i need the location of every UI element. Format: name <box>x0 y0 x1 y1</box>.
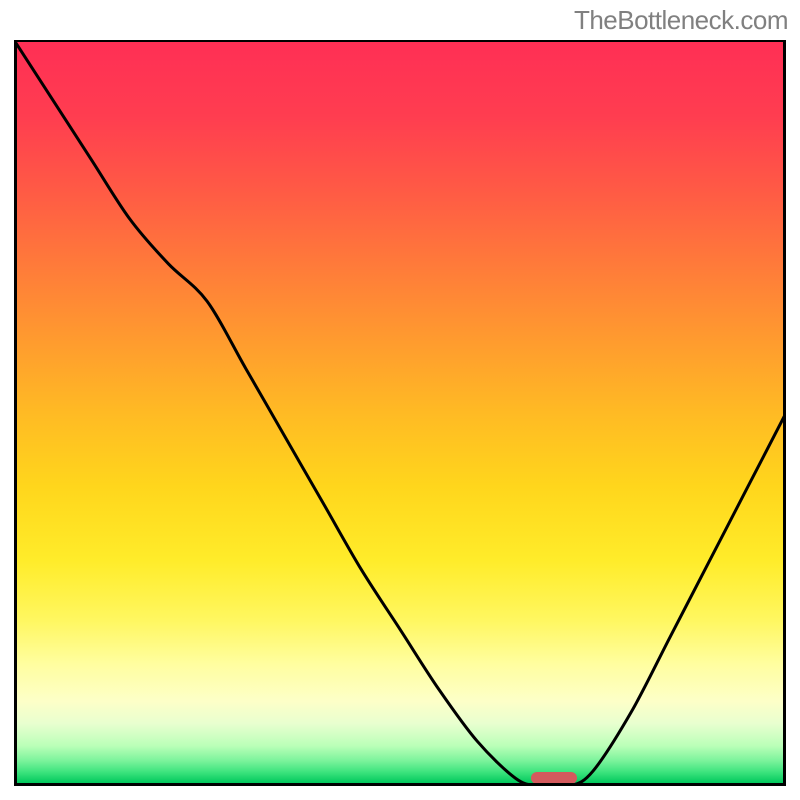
plot-area <box>14 40 786 786</box>
plot-border <box>14 40 786 786</box>
chart-frame: TheBottleneck.com <box>0 0 800 800</box>
watermark-text: TheBottleneck.com <box>574 5 788 36</box>
